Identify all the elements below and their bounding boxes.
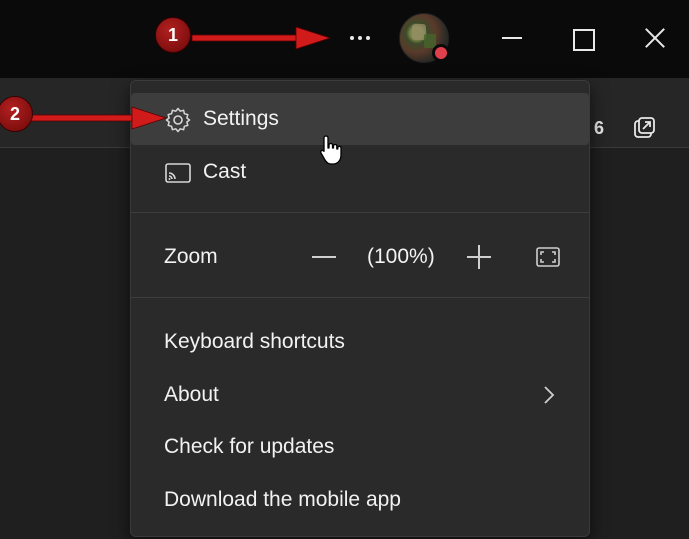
menu-divider — [131, 212, 589, 213]
minimize-button[interactable] — [498, 24, 526, 52]
menu-divider — [131, 297, 589, 298]
menu-item-label: Settings — [203, 107, 279, 130]
title-bar — [0, 0, 689, 78]
pop-out-icon[interactable] — [632, 116, 656, 140]
menu-item-label: Check for updates — [164, 435, 335, 458]
cast-icon — [165, 163, 191, 183]
menu-item-label: Keyboard shortcuts — [164, 330, 345, 353]
menu-item-download-mobile-app[interactable]: Download the mobile app — [131, 474, 589, 526]
more-options-button[interactable] — [340, 22, 380, 54]
fullscreen-icon[interactable] — [533, 243, 563, 271]
annotation-arrow-2 — [30, 106, 168, 130]
chevron-right-icon — [544, 386, 555, 404]
menu-item-label: Cast — [203, 160, 247, 183]
settings-and-more-menu: Settings Cast Zoom (100%) Keyboard short… — [130, 80, 590, 537]
zoom-level: (100%) — [367, 245, 435, 268]
more-options-icon-dot — [358, 36, 362, 40]
partial-header-text: 6 — [594, 118, 605, 138]
presence-status-icon — [432, 44, 450, 62]
menu-item-label: About — [164, 383, 219, 406]
annotation-step-1: 1 — [155, 17, 191, 53]
close-button[interactable] — [641, 24, 669, 52]
annotation-arrow-1 — [192, 26, 332, 50]
zoom-label: Zoom — [164, 245, 218, 268]
zoom-in-button[interactable] — [464, 243, 494, 271]
zoom-control: Zoom (100%) — [131, 231, 589, 283]
hand-pointer-cursor-icon — [320, 135, 342, 165]
menu-item-check-for-updates[interactable]: Check for updates — [131, 421, 589, 473]
more-options-icon — [350, 36, 354, 40]
menu-item-about[interactable]: About — [131, 369, 589, 421]
zoom-out-button[interactable] — [309, 243, 339, 271]
menu-item-label: Download the mobile app — [164, 488, 401, 511]
menu-item-keyboard-shortcuts[interactable]: Keyboard shortcuts — [131, 316, 589, 368]
maximize-button[interactable] — [568, 24, 596, 52]
menu-item-settings[interactable]: Settings — [131, 93, 589, 145]
teams-window: 6 Settings Cast Zoom (100%) Keyboard sho… — [0, 0, 689, 539]
menu-item-cast[interactable]: Cast — [131, 146, 589, 198]
more-options-icon-dot — [366, 36, 370, 40]
